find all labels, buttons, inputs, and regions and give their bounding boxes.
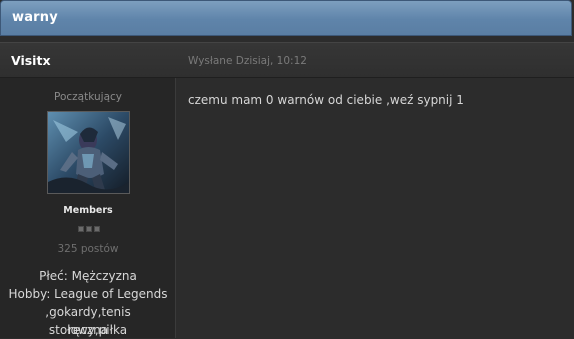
author-info-panel: Początkujący Members 325 postów Płeć: Mę… (0, 78, 176, 338)
post-message: czemu mam 0 warnów od ciebie ,weź sypnij… (188, 93, 464, 107)
post-count: 325 postów (57, 243, 119, 255)
avatar[interactable] (47, 111, 130, 194)
hobby-field-line-1: Hobby: League of Legends (8, 287, 168, 301)
reputation-pip (78, 226, 84, 232)
post-date: Wysłane Dzisiaj, 10:12 (188, 55, 307, 67)
author-name-link[interactable]: Visitx (11, 53, 51, 68)
topic-title-bar: warny (0, 0, 572, 36)
member-rank: Początkujący (54, 91, 122, 103)
topic-title: warny (12, 10, 58, 25)
post-header: Visitx Wysłane Dzisiaj, 10:12 (0, 42, 574, 78)
reputation-pip (86, 226, 92, 232)
hobby-field-line-3: ręczna (67, 323, 109, 337)
post-body: czemu mam 0 warnów od ciebie ,weź sypnij… (177, 78, 574, 338)
reputation-pip (94, 226, 100, 232)
avatar-image (48, 112, 129, 193)
member-group: Members (63, 205, 113, 216)
reputation-pips (78, 226, 100, 232)
gender-field: Płeć: Mężczyzna (39, 269, 137, 283)
